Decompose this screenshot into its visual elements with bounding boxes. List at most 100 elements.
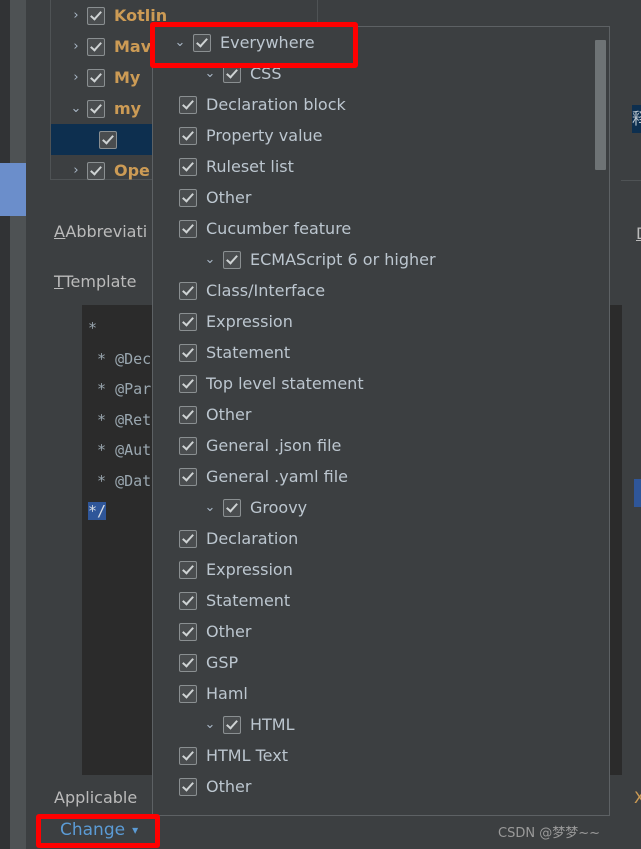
context-item-checkbox[interactable] [179, 684, 197, 703]
code-line-text: */ [88, 502, 107, 520]
context-item[interactable]: Other [153, 771, 596, 802]
context-item-checkbox[interactable] [179, 157, 197, 176]
context-item[interactable]: ⌄ ECMAScript 6 or higher [153, 244, 596, 275]
tree-row-checkbox[interactable] [87, 68, 105, 87]
context-item[interactable]: Ruleset list [153, 151, 596, 182]
context-item-checkbox[interactable] [179, 467, 197, 486]
context-item-label: General .json file [206, 436, 342, 455]
context-item[interactable]: Property value [153, 120, 596, 151]
context-item[interactable]: General .yaml file [153, 461, 596, 492]
context-item[interactable]: ⌄ Groovy [153, 492, 596, 523]
context-item-label: Statement [206, 591, 291, 610]
popup-scrollbar-thumb[interactable] [595, 40, 606, 170]
context-item[interactable]: ⌄ HTML [153, 709, 596, 740]
editor-selection-fragment [634, 479, 641, 507]
context-item[interactable]: Other [153, 616, 596, 647]
context-item-checkbox[interactable] [179, 188, 197, 207]
popup-scrollbar-track[interactable] [594, 28, 608, 815]
applicable-contexts-popup[interactable]: ⌄ Everywhere ⌄ CSS Declaration block Property… [152, 26, 610, 816]
context-item-checkbox[interactable] [179, 312, 197, 331]
context-item[interactable]: Statement [153, 585, 596, 616]
context-item-checkbox[interactable] [179, 591, 197, 610]
context-item-label: Expression [206, 560, 293, 579]
context-item-label: Groovy [250, 498, 308, 517]
context-item-label: HTML [250, 715, 295, 734]
context-item-checkbox[interactable] [179, 653, 197, 672]
context-item[interactable]: Other [153, 182, 596, 213]
context-item[interactable]: Expression [153, 554, 596, 585]
tree-row-checkbox[interactable] [87, 37, 105, 56]
context-item-checkbox[interactable] [179, 777, 197, 796]
annotation-box-change [36, 814, 160, 848]
context-item[interactable]: Expression [153, 306, 596, 337]
context-item[interactable]: HTML Text [153, 740, 596, 771]
context-item-checkbox[interactable] [179, 374, 197, 393]
context-item[interactable]: Statement [153, 337, 596, 368]
tree-row-checkbox[interactable] [87, 99, 105, 118]
tree-row-checkbox[interactable] [87, 6, 105, 25]
chevron-right-icon[interactable]: › [65, 163, 87, 178]
editor-scroll-strip[interactable] [10, 0, 26, 849]
context-item-label: Haml [206, 684, 248, 703]
context-item-label: General .yaml file [206, 467, 348, 486]
chevron-down-icon[interactable]: ⌄ [197, 500, 223, 515]
context-item-checkbox[interactable] [223, 498, 241, 517]
context-list[interactable]: ⌄ Everywhere ⌄ CSS Declaration block Property… [153, 27, 596, 802]
context-item-checkbox[interactable] [179, 343, 197, 362]
context-item-label: ECMAScript 6 or higher [250, 250, 436, 269]
context-item-checkbox[interactable] [179, 219, 197, 238]
tree-row-checkbox[interactable] [99, 130, 117, 149]
chevron-down-icon[interactable]: ⌄ [197, 252, 223, 267]
tree-row-checkbox[interactable] [87, 161, 105, 180]
context-item-label: Other [206, 188, 252, 207]
code-line-text: * @Auth [88, 441, 161, 459]
context-item[interactable]: Haml [153, 678, 596, 709]
code-line-text: * [88, 319, 98, 337]
xml-context-label: XM [634, 788, 641, 807]
context-item[interactable]: Cucumber feature [153, 213, 596, 244]
tree-row-label: My [114, 68, 141, 87]
context-item-checkbox[interactable] [223, 250, 241, 269]
context-item-checkbox[interactable] [179, 622, 197, 641]
vertical-scrollbar-thumb[interactable] [0, 163, 26, 216]
screenshot-root: › Kotlin › Maven › My ⌄ my › Ope AAbbreviati TTem… [0, 0, 641, 849]
code-line-text: * @Retu [88, 410, 161, 429]
context-item-checkbox[interactable] [179, 436, 197, 455]
context-item[interactable]: General .json file [153, 430, 596, 461]
editor-gutter-strip [0, 0, 10, 849]
context-item-checkbox[interactable] [179, 281, 197, 300]
description-label: DDes [636, 224, 641, 243]
context-item[interactable]: Declaration block [153, 89, 596, 120]
chevron-down-icon[interactable]: ⌄ [65, 101, 87, 116]
context-item-checkbox[interactable] [179, 126, 197, 145]
chevron-down-icon[interactable]: ⌄ [197, 66, 223, 81]
context-item-checkbox[interactable] [179, 405, 197, 424]
chevron-right-icon[interactable]: › [65, 8, 87, 23]
chevron-down-icon[interactable]: ⌄ [197, 717, 223, 732]
context-item[interactable]: Declaration [153, 523, 596, 554]
context-item-checkbox[interactable] [179, 529, 197, 548]
context-item-checkbox[interactable] [179, 95, 197, 114]
tree-row-label: my [114, 99, 142, 118]
context-item-checkbox[interactable] [179, 746, 197, 765]
context-item-label: Statement [206, 343, 291, 362]
context-item[interactable]: GSP [153, 647, 596, 678]
code-line-text: * @Decr [88, 349, 161, 368]
selected-template-description-fragment: 释模 [632, 105, 641, 133]
context-item-label: Declaration block [206, 95, 346, 114]
chevron-right-icon[interactable]: › [65, 70, 87, 85]
context-item-label: Cucumber feature [206, 219, 352, 238]
context-item[interactable]: Other [153, 399, 596, 430]
abbreviation-label-text: Abbreviati [65, 222, 148, 241]
applicable-context-label: Applicable [54, 788, 138, 807]
context-item-checkbox[interactable] [223, 715, 241, 734]
context-item-label: Expression [206, 312, 293, 331]
template-text-label-text: Template [63, 272, 137, 291]
context-item[interactable]: Class/Interface [153, 275, 596, 306]
context-item-label: HTML Text [206, 746, 288, 765]
context-item-label: Declaration [206, 529, 299, 548]
abbreviation-label: AAbbreviati [54, 222, 148, 241]
chevron-right-icon[interactable]: › [65, 39, 87, 54]
context-item-checkbox[interactable] [179, 560, 197, 579]
context-item[interactable]: Top level statement [153, 368, 596, 399]
